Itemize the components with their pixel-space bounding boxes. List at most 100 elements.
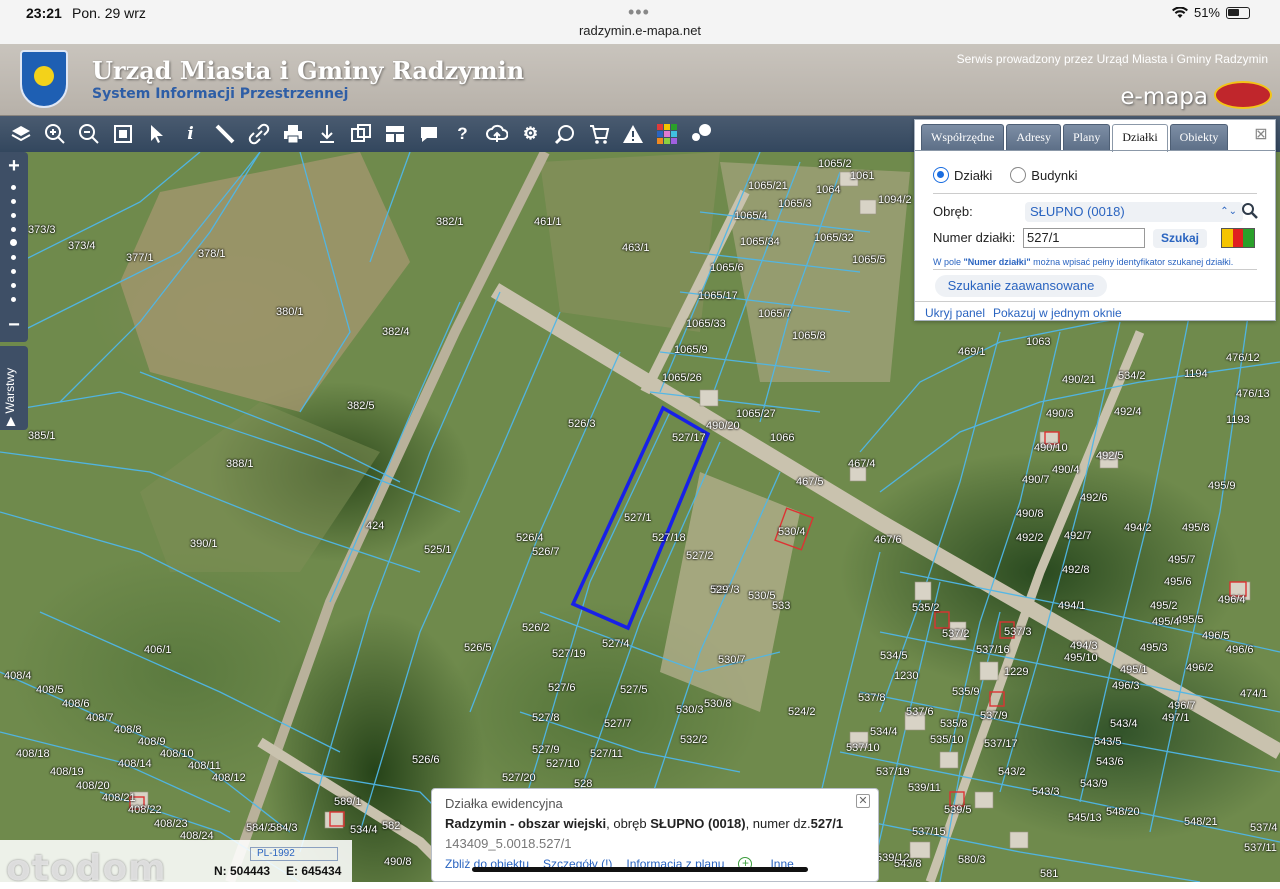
- zoom-level-dot[interactable]: [11, 297, 16, 302]
- advanced-search-button[interactable]: Szukanie zaawansowane: [935, 275, 1107, 297]
- info-icon[interactable]: i: [178, 122, 203, 147]
- search-icon[interactable]: [1241, 202, 1259, 220]
- zoom-level-dot[interactable]: [11, 255, 16, 260]
- tab-3[interactable]: Działki: [1112, 124, 1168, 152]
- battery-percent: 51%: [1193, 5, 1220, 20]
- parcel-label: 548/20: [1106, 806, 1140, 818]
- search-button[interactable]: Szukaj: [1153, 229, 1207, 248]
- parcel-label: 406/1: [144, 644, 172, 656]
- select-arrows-icon: ⌃⌄: [1220, 206, 1237, 217]
- zoom-level-dot[interactable]: [11, 227, 16, 232]
- zoom-plus-button[interactable]: +: [4, 156, 24, 176]
- obreb-label: Obręb:: [933, 204, 973, 219]
- layers-panel-toggle[interactable]: ▶ Warstwy: [0, 346, 28, 430]
- parcel-label: 496/3: [1112, 680, 1140, 692]
- single-window-link[interactable]: Pokazuj w jednym oknie: [993, 306, 1122, 320]
- parcel-label: 380/1: [276, 306, 304, 318]
- parcel-label: 526/7: [532, 546, 560, 558]
- parcel-label: 584/3: [270, 822, 298, 834]
- upload-icon[interactable]: [484, 122, 509, 147]
- tab-4[interactable]: Obiekty: [1169, 124, 1229, 150]
- color-grid-icon[interactable]: [654, 122, 679, 147]
- parcel-label: 496/5: [1202, 630, 1230, 642]
- swatch-color[interactable]: [1243, 229, 1255, 247]
- parcel-label: 494/3: [1070, 640, 1098, 652]
- divider: [933, 193, 1257, 194]
- info-title: Działka ewidencyjna: [445, 796, 563, 811]
- parcel-label: 467/5: [796, 476, 824, 488]
- parcel-label: 535/9: [952, 686, 980, 698]
- parcel-label: 492/4: [1114, 406, 1142, 418]
- parcel-label: 408/19: [50, 766, 84, 778]
- search-panel: Współrzędne Adresy Plany Działki Obiekty ⊠ D…: [914, 119, 1276, 321]
- zoom-level-dot[interactable]: [11, 283, 16, 288]
- crest-logo-icon: [20, 50, 68, 108]
- highlight-color-picker[interactable]: [1221, 228, 1255, 248]
- swatch-color[interactable]: [1222, 229, 1233, 247]
- parcel-label: 526/2: [522, 622, 550, 634]
- parcel-label: 534/2: [1118, 370, 1146, 382]
- radio-buildings[interactable]: Budynki: [1010, 167, 1078, 183]
- radio-checked-icon[interactable]: [933, 167, 949, 183]
- parcel-label: 495/8: [1182, 522, 1210, 534]
- print-icon[interactable]: [280, 122, 305, 147]
- zoom-level-dot[interactable]: [11, 213, 16, 218]
- close-icon[interactable]: ⊠: [1253, 127, 1269, 143]
- zoom-out-icon[interactable]: [76, 122, 101, 147]
- link-icon[interactable]: [246, 122, 271, 147]
- zoom-control: + −: [0, 152, 28, 342]
- parcel-label: 527/19: [552, 648, 586, 660]
- settings-icon[interactable]: ⚙: [518, 122, 543, 147]
- zoom-level-dot[interactable]: [11, 199, 16, 204]
- parcel-label: 539/5: [944, 804, 972, 816]
- zoom-level-dot[interactable]: [10, 239, 17, 246]
- search-map-icon[interactable]: [552, 122, 577, 147]
- zoom-in-icon[interactable]: [42, 122, 67, 147]
- layout-icon[interactable]: [382, 122, 407, 147]
- parcel-label: 543/8: [894, 858, 922, 870]
- parcel-label: 474/1: [1240, 688, 1268, 700]
- parcel-label: 408/18: [16, 748, 50, 760]
- site-subtitle: System Informacji Przestrzennej: [92, 86, 349, 102]
- zoom-minus-button[interactable]: −: [4, 315, 24, 335]
- browser-url[interactable]: radzymin.e-mapa.net: [0, 23, 1280, 38]
- tab-1[interactable]: Adresy: [1006, 124, 1061, 150]
- radio-unchecked-icon[interactable]: [1010, 167, 1027, 183]
- parcel-label: 492/2: [1016, 532, 1044, 544]
- parcel-number-input[interactable]: 527/1: [1023, 228, 1145, 248]
- parcel-label: 492/7: [1064, 530, 1092, 542]
- close-icon[interactable]: ✕: [856, 794, 870, 808]
- copy-icon[interactable]: [348, 122, 373, 147]
- layers-tab-label: ▶ Warstwy: [3, 367, 17, 426]
- parcel-label: 537/9: [980, 710, 1008, 722]
- measure-icon[interactable]: [212, 122, 237, 147]
- zoom-extent-icon[interactable]: [110, 122, 135, 147]
- tab-0[interactable]: Współrzędne: [921, 124, 1005, 150]
- pointer-icon[interactable]: [144, 122, 169, 147]
- swatch-color[interactable]: [1232, 229, 1244, 247]
- tab-2[interactable]: Plany: [1062, 124, 1111, 150]
- parcel-label: 1065/2: [818, 158, 852, 170]
- status-date: Pon. 29 wrz: [72, 5, 146, 21]
- warning-icon[interactable]: [620, 122, 645, 147]
- obreb-select[interactable]: SŁUPNO (0018) ⌃⌄: [1025, 202, 1243, 222]
- parcel-label: 537/6: [906, 706, 934, 718]
- zoom-level-dot[interactable]: [11, 269, 16, 274]
- hide-panel-link[interactable]: Ukryj panel: [925, 306, 985, 320]
- parcel-label: 467/4: [848, 458, 876, 470]
- parcel-label: 408/4: [4, 670, 32, 682]
- chat-icon[interactable]: [688, 122, 713, 147]
- parcel-label: 378/1: [198, 248, 226, 260]
- download-icon[interactable]: [314, 122, 339, 147]
- cart-icon[interactable]: [586, 122, 611, 147]
- help-icon[interactable]: ?: [450, 122, 475, 147]
- home-indicator[interactable]: [472, 867, 808, 872]
- coordinate-system-select[interactable]: PL-1992: [250, 847, 338, 861]
- parcel-label: 408/10: [160, 748, 194, 760]
- layers-icon[interactable]: [8, 122, 33, 147]
- more-dots-icon[interactable]: •••: [628, 2, 650, 23]
- comment-icon[interactable]: [416, 122, 441, 147]
- parcel-label: 527/9: [532, 744, 560, 756]
- radio-parcels[interactable]: Działki: [933, 167, 992, 183]
- zoom-level-dot[interactable]: [11, 185, 16, 190]
